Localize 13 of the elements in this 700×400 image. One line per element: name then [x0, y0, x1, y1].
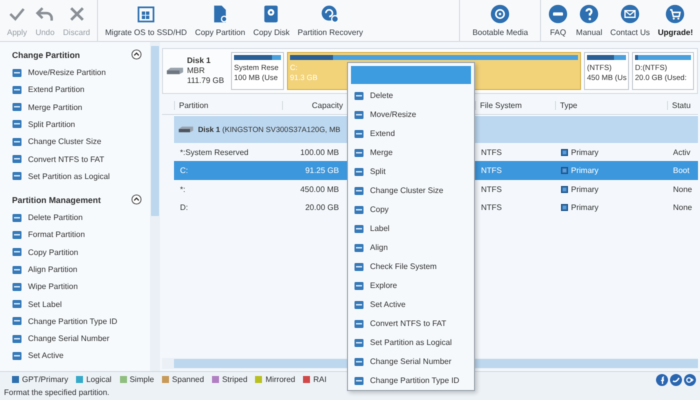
legend-label: Mirrored [265, 375, 296, 384]
legend-label: Spanned [172, 375, 204, 384]
legend-label: Simple [130, 375, 154, 384]
section-title: Partition Management [12, 194, 101, 205]
disk-size: 111.79 GB [187, 76, 224, 86]
legend-label: GPT/Primary [22, 375, 68, 384]
section-title: Change Partition [12, 50, 80, 60]
legend-label: Logical [86, 375, 112, 384]
legend-label: Striped [222, 375, 248, 384]
status-bar-text: Format the specified partition. [0, 387, 700, 400]
disk-name: Disk 1 [187, 56, 212, 66]
disk-type: MBR [187, 66, 206, 76]
legend-label: RAI [313, 375, 327, 384]
